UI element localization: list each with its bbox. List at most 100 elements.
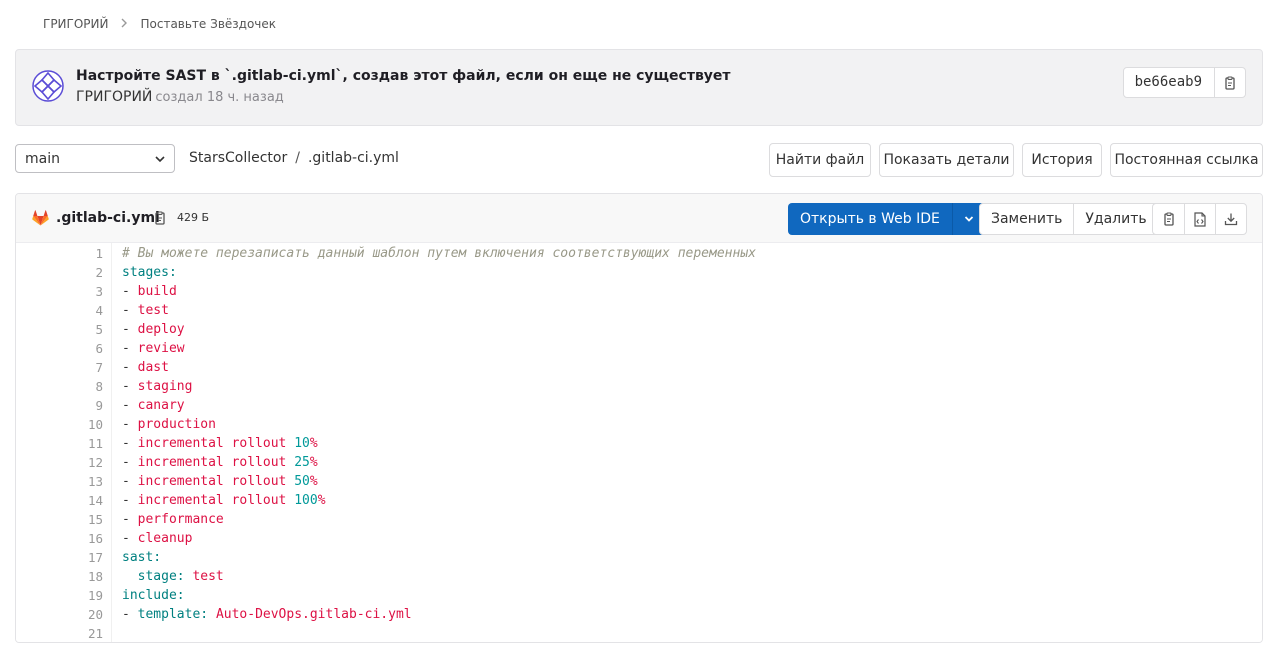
code-line: 11 - incremental rollout 10%: [16, 434, 1262, 453]
open-web-ide-button[interactable]: Открыть в Web IDE: [788, 203, 953, 235]
show-details-button[interactable]: Показать детали: [879, 143, 1014, 177]
commit-title[interactable]: Настройте SAST в `.gitlab-ci.yml`, созда…: [76, 68, 731, 84]
code-line: 15 - performance: [16, 510, 1262, 529]
line-content: - production: [122, 417, 216, 432]
code-line: 9 - canary: [16, 396, 1262, 415]
code-line: 14 - incremental rollout 100%: [16, 491, 1262, 510]
web-ide-button-group: Открыть в Web IDE: [788, 203, 985, 235]
line-number[interactable]: 13: [16, 472, 103, 491]
line-content: - incremental rollout 10%: [122, 436, 318, 451]
code-line: 6 - review: [16, 339, 1262, 358]
line-content: - test: [122, 303, 169, 318]
breadcrumb-item-user[interactable]: ГРИГОРИЙ: [43, 17, 108, 31]
code-line: 20 - template: Auto-DevOps.gitlab-ci.yml: [16, 605, 1262, 624]
file-code-icon[interactable]: [1184, 204, 1215, 234]
line-content: sast:: [122, 550, 162, 565]
line-number[interactable]: 15: [16, 510, 103, 529]
line-content: - cleanup: [122, 531, 193, 546]
code-view[interactable]: 1 # Вы можете перезаписать данный шаблон …: [16, 243, 1262, 642]
line-content: - incremental rollout 100%: [122, 493, 326, 508]
line-number[interactable]: 20: [16, 605, 103, 624]
line-content: - incremental rollout 25%: [122, 455, 318, 470]
breadcrumb-item-project[interactable]: Поставьте Звёздочек: [140, 17, 276, 31]
commit-meta: ГРИГОРИЙ создал 18 ч. назад: [76, 89, 284, 105]
chevron-down-icon: [155, 151, 165, 167]
file-path: StarsCollector / .gitlab-ci.yml: [189, 150, 399, 166]
code-line: 21: [16, 624, 1262, 642]
code-line: 8 - staging: [16, 377, 1262, 396]
breadcrumb: ГРИГОРИЙ Поставьте Звёздочек: [43, 15, 276, 33]
copy-icon[interactable]: [1215, 68, 1245, 97]
copy-path-icon[interactable]: [153, 211, 167, 229]
line-content: - performance: [122, 512, 224, 527]
line-number[interactable]: 11: [16, 434, 103, 453]
commit-time: создал 18 ч. назад: [155, 90, 284, 105]
download-icon[interactable]: [1215, 204, 1246, 234]
code-line: 3 - build: [16, 282, 1262, 301]
code-line: 12 - incremental rollout 25%: [16, 453, 1262, 472]
code-line: 2 stages:: [16, 263, 1262, 282]
find-file-button[interactable]: Найти файл: [769, 143, 871, 177]
code-line: 17 sast:: [16, 548, 1262, 567]
line-content: - template: Auto-DevOps.gitlab-ci.yml: [122, 607, 412, 622]
avatar[interactable]: [32, 70, 64, 102]
line-content: - review: [122, 341, 185, 356]
branch-name: main: [25, 150, 60, 167]
line-content: - dast: [122, 360, 169, 375]
file-viewer: .gitlab-ci.yml 429 Б Открыть в Web IDE З…: [15, 193, 1263, 643]
code-line: 13 - incremental rollout 50%: [16, 472, 1262, 491]
line-number[interactable]: 12: [16, 453, 103, 472]
permalink-button[interactable]: Постоянная ссылка: [1110, 143, 1263, 177]
commit-author[interactable]: ГРИГОРИЙ: [76, 89, 152, 105]
file-size: 429 Б: [177, 211, 210, 224]
line-number[interactable]: 7: [16, 358, 103, 377]
replace-button[interactable]: Заменить: [980, 204, 1073, 234]
file-header: .gitlab-ci.yml 429 Б Открыть в Web IDE З…: [16, 194, 1262, 243]
path-file-link[interactable]: .gitlab-ci.yml: [308, 150, 399, 166]
code-line: 18 stage: test: [16, 567, 1262, 586]
edit-button-group: Заменить Удалить: [979, 203, 1159, 235]
line-number[interactable]: 14: [16, 491, 103, 510]
commit-sha[interactable]: be66eab9: [1124, 68, 1215, 97]
line-number[interactable]: 4: [16, 301, 103, 320]
line-number[interactable]: 9: [16, 396, 103, 415]
file-name: .gitlab-ci.yml: [56, 210, 160, 226]
line-number[interactable]: 18: [16, 567, 103, 586]
code-line: 5 - deploy: [16, 320, 1262, 339]
line-number[interactable]: 17: [16, 548, 103, 567]
line-content: - incremental rollout 50%: [122, 474, 318, 489]
line-number[interactable]: 21: [16, 624, 103, 642]
code-line: 19 include:: [16, 586, 1262, 605]
chevron-down-icon: [964, 216, 973, 222]
gitlab-logo-icon: [32, 210, 49, 226]
line-content: - deploy: [122, 322, 185, 337]
line-number[interactable]: 10: [16, 415, 103, 434]
file-actions-group: [1152, 203, 1247, 235]
line-content: include:: [122, 588, 185, 603]
line-number[interactable]: 3: [16, 282, 103, 301]
code-line: 4 - test: [16, 301, 1262, 320]
line-number[interactable]: 5: [16, 320, 103, 339]
code-line: 1 # Вы можете перезаписать данный шаблон …: [16, 244, 1262, 263]
line-content: - staging: [122, 379, 193, 394]
copy-contents-icon[interactable]: [1153, 204, 1184, 234]
last-commit-panel: Настройте SAST в `.gitlab-ci.yml`, созда…: [15, 49, 1263, 126]
code-line: 7 - dast: [16, 358, 1262, 377]
line-number[interactable]: 19: [16, 586, 103, 605]
chevron-right-icon: [120, 17, 128, 31]
line-number[interactable]: 8: [16, 377, 103, 396]
history-button[interactable]: История: [1022, 143, 1102, 177]
line-content: - canary: [122, 398, 185, 413]
code-line: 10 - production: [16, 415, 1262, 434]
line-number[interactable]: 6: [16, 339, 103, 358]
line-content: - build: [122, 284, 177, 299]
line-content: stages:: [122, 265, 177, 280]
line-number[interactable]: 2: [16, 263, 103, 282]
line-number[interactable]: 16: [16, 529, 103, 548]
line-number[interactable]: 1: [16, 244, 103, 263]
branch-selector[interactable]: main: [15, 144, 175, 173]
path-project-link[interactable]: StarsCollector: [189, 150, 287, 166]
path-separator: /: [295, 150, 300, 166]
delete-button[interactable]: Удалить: [1073, 204, 1157, 234]
line-content: # Вы можете перезаписать данный шаблон п…: [122, 246, 756, 261]
